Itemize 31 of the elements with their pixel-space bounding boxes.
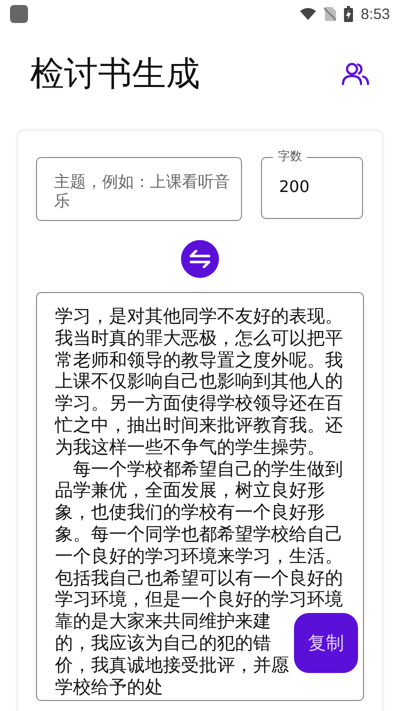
result-text-line: 价，我真诚地接受批评，并愿: [55, 654, 289, 677]
result-text-line: 象，也使我们的学校有一个良好形: [55, 502, 325, 524]
result-text-line: 品学兼优，全面发展，树立良好形: [55, 480, 325, 502]
result-text-line: 靠的是大家来共同维护来建: [55, 611, 271, 633]
result-text-line: 为我这样一些不争气的学生操劳。: [55, 436, 325, 459]
result-text-line: 我当时真的罪大恶极，怎么可以把平: [55, 328, 343, 350]
result-text-line: 包括我自己也希望可以有一个良好的: [55, 568, 343, 590]
swap-button[interactable]: [181, 240, 219, 278]
result-text-line: 上课不仅影响自己也影响到其他人的: [55, 371, 343, 394]
result-text-line: 常老师和领导的教导置之度外呢。我: [55, 350, 343, 372]
result-text-line: 学习。另一方面使得学校领导还在百: [55, 393, 343, 415]
result-text-line: 每一个学校都希望自己的学生做到: [72, 458, 343, 480]
result-text-line: 学习环境，但是一个良好的学习环境: [55, 589, 343, 612]
result-text-line: 学校给予的处: [55, 676, 163, 698]
result-text-line: 一个良好的学习环境来学习，生活。: [55, 546, 343, 568]
result-text-line: 象。每一个同学也都希望学校给自己: [55, 524, 343, 546]
swap-arrows-icon: [189, 250, 211, 268]
people-icon[interactable]: [342, 62, 370, 86]
result-text-line: 学习，是对其他同学不友好的表现。: [55, 306, 343, 328]
notification-icon: [10, 5, 28, 23]
topic-input-field[interactable]: 主题，例如：上课看听音乐: [36, 157, 242, 221]
copy-button[interactable]: 复制: [294, 613, 358, 673]
app-title: 检讨书生成: [30, 53, 200, 96]
clock-time: 8:53: [360, 6, 390, 22]
result-text-area[interactable]: [36, 292, 364, 701]
no-sim-icon: [324, 7, 336, 21]
result-text-line: 忙之中，抽出时间来批评教育我。还: [55, 414, 343, 437]
word-count-label: 字数: [273, 148, 307, 165]
result-text-line: 的，我应该为自己的犯的错: [55, 632, 271, 655]
battery-icon: [344, 6, 353, 22]
wifi-icon: [300, 8, 316, 20]
